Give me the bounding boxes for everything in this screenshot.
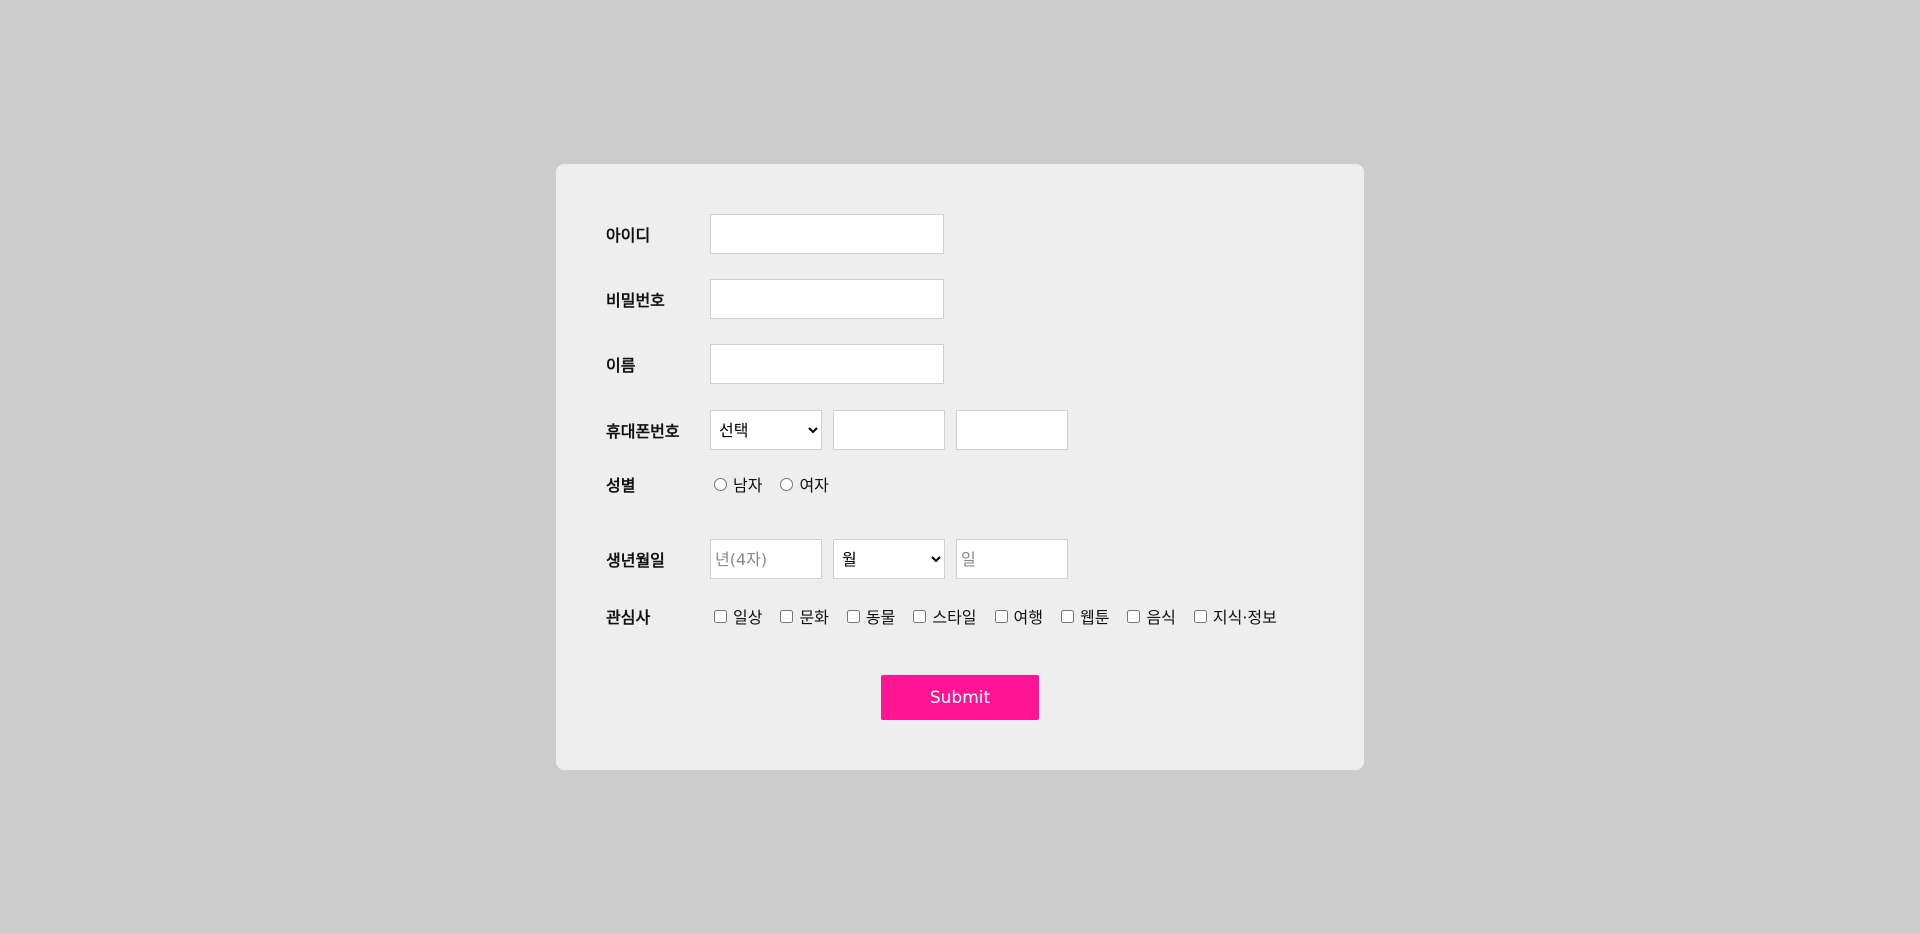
phone-prefix-select[interactable]: 선택	[710, 410, 822, 450]
interest-daily-label: 일상	[733, 608, 763, 627]
gender-female-radio[interactable]	[780, 477, 794, 491]
interest-animals-label: 동물	[865, 608, 896, 627]
interest-option-culture[interactable]: 문화	[776, 604, 829, 628]
interest-webtoon-label: 웹툰	[1079, 608, 1110, 627]
interest-option-style[interactable]: 스타일	[909, 604, 977, 628]
interest-option-webtoon[interactable]: 웹툰	[1057, 604, 1109, 628]
id-input[interactable]	[710, 214, 944, 254]
interest-culture-label: 문화	[799, 608, 829, 627]
name-label: 이름	[606, 356, 636, 375]
birth-month-select[interactable]: 월	[833, 539, 945, 579]
interest-option-food[interactable]: 음식	[1123, 604, 1176, 628]
interest-food-checkbox[interactable]	[1127, 609, 1141, 623]
interest-animals-checkbox[interactable]	[846, 609, 860, 623]
phone-last-input[interactable]	[956, 410, 1068, 450]
birth-label: 생년월일	[606, 551, 665, 570]
interest-style-label: 스타일	[932, 608, 977, 627]
phone-row: 휴대폰번호 선택	[606, 410, 1079, 450]
phone-label: 휴대폰번호	[606, 422, 680, 441]
phone-middle-input[interactable]	[833, 410, 945, 450]
gender-option-male[interactable]: 남자	[710, 472, 762, 496]
gender-male-label: 남자	[733, 476, 763, 495]
gender-label: 성별	[606, 476, 636, 495]
gender-option-female[interactable]: 여자	[776, 472, 829, 496]
id-label: 아이디	[606, 226, 651, 245]
interests-row: 관심사 일상 문화 동물 스타일 여행 웹툰 음식 지식·정보	[606, 604, 1291, 628]
interest-culture-checkbox[interactable]	[780, 609, 794, 623]
gender-male-radio[interactable]	[714, 477, 727, 491]
password-label: 비밀번호	[606, 291, 665, 310]
birth-day-input[interactable]	[956, 539, 1068, 579]
interest-food-label: 음식	[1146, 608, 1176, 627]
interest-option-travel[interactable]: 여행	[991, 604, 1043, 628]
birth-row: 생년월일 월	[606, 539, 1079, 579]
interest-option-daily[interactable]: 일상	[710, 604, 762, 628]
id-row: 아이디	[606, 214, 944, 254]
interest-knowledge-label: 지식·정보	[1212, 608, 1277, 627]
password-row: 비밀번호	[606, 279, 944, 319]
interest-webtoon-checkbox[interactable]	[1060, 609, 1074, 623]
name-input[interactable]	[710, 344, 944, 384]
birth-year-input[interactable]	[710, 539, 822, 579]
interest-option-animals[interactable]: 동물	[843, 604, 895, 628]
password-input[interactable]	[710, 279, 944, 319]
interest-option-knowledge[interactable]: 지식·정보	[1190, 604, 1277, 628]
interest-travel-checkbox[interactable]	[994, 609, 1008, 623]
submit-button[interactable]: Submit	[881, 675, 1039, 720]
gender-row: 성별 남자 여자	[606, 472, 843, 496]
interest-daily-checkbox[interactable]	[714, 609, 727, 623]
gender-female-label: 여자	[799, 476, 829, 495]
interests-label: 관심사	[606, 608, 651, 627]
name-row: 이름	[606, 344, 944, 384]
interest-knowledge-checkbox[interactable]	[1193, 609, 1207, 623]
interest-travel-label: 여행	[1013, 608, 1043, 627]
signup-form-card: 아이디 비밀번호 이름 휴대폰번호 선택 성별 남자 여자 생년월일 월	[556, 164, 1364, 770]
interest-style-checkbox[interactable]	[913, 609, 927, 623]
